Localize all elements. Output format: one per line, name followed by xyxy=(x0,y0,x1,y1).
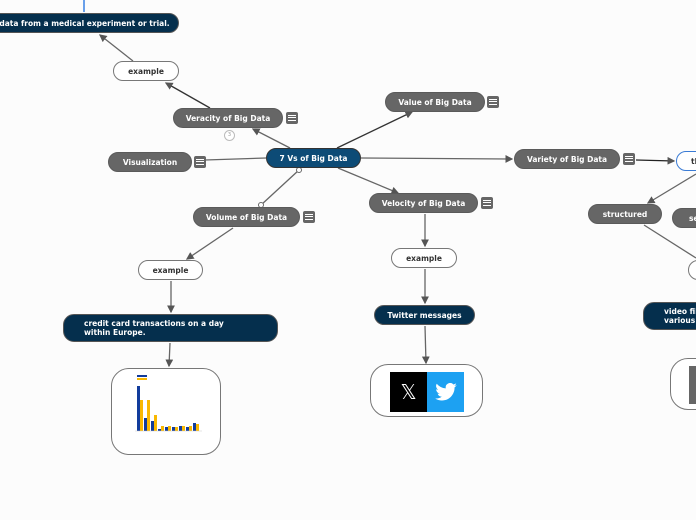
node-example-volume[interactable]: example xyxy=(138,260,203,280)
node-example-velocity[interactable]: example xyxy=(391,248,457,268)
twitter-logo-image[interactable]: 𝕏 xyxy=(370,364,483,417)
x-logo-icon: 𝕏 xyxy=(390,372,427,412)
bar-chart-thumbnail xyxy=(135,375,202,432)
notes-icon[interactable] xyxy=(303,211,315,223)
notes-icon[interactable] xyxy=(487,96,499,108)
twitter-bird-icon xyxy=(427,372,464,412)
collapsed-count-badge[interactable]: 3 xyxy=(224,130,235,141)
node-credit-card[interactable]: credit card transactions on a day within… xyxy=(63,314,278,342)
node-central-topic[interactable]: 7 Vs of Big Data xyxy=(266,148,361,168)
node-structured[interactable]: structured xyxy=(588,204,662,224)
node-medical-example[interactable]: data from a medical experiment or trial. xyxy=(0,13,179,33)
node-semi-structured[interactable]: se xyxy=(672,208,696,228)
node-example-veracity[interactable]: example xyxy=(113,61,179,81)
node-twitter-messages[interactable]: Twitter messages xyxy=(374,305,475,325)
node-velocity[interactable]: Velocity of Big Data xyxy=(369,193,478,213)
node-video-files[interactable]: video fil... various xyxy=(643,302,696,330)
node-veracity[interactable]: Veracity of Big Data xyxy=(173,108,283,128)
notes-icon[interactable] xyxy=(481,197,493,209)
node-value[interactable]: Value of Big Data xyxy=(385,92,485,112)
node-variety-child[interactable]: th xyxy=(676,151,696,171)
bar-chart-image[interactable] xyxy=(111,368,221,455)
video-image[interactable] xyxy=(670,358,696,410)
notes-icon[interactable] xyxy=(623,153,635,165)
notes-icon[interactable] xyxy=(286,112,298,124)
connectors xyxy=(83,0,696,368)
video-thumbnail xyxy=(689,366,696,404)
notes-icon[interactable] xyxy=(194,156,206,168)
node-visualization[interactable]: Visualization xyxy=(108,152,192,172)
node-variety[interactable]: Variety of Big Data xyxy=(514,149,620,169)
node-volume[interactable]: Volume of Big Data xyxy=(193,207,300,227)
